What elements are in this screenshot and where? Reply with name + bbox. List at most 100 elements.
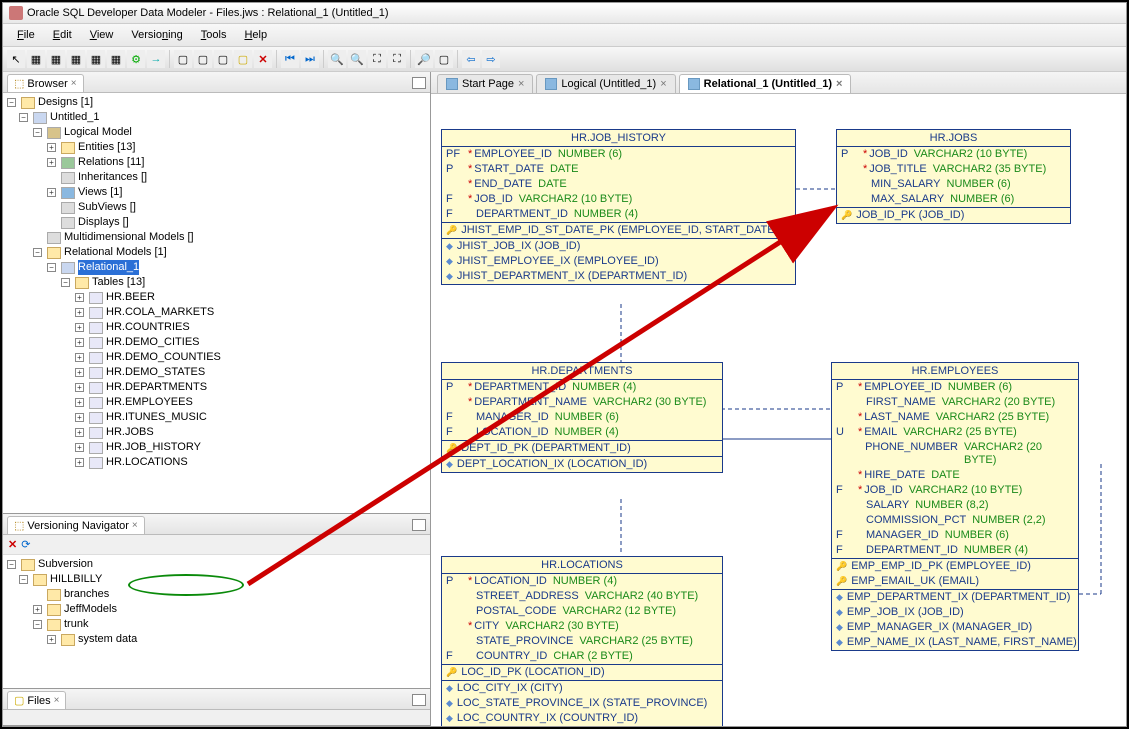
entity-employees[interactable]: HR.EMPLOYEESP*EMPLOYEE_IDNUMBER (6)FIRST… [831,362,1079,651]
vers-subversion[interactable]: −Subversion [5,557,428,572]
tree-table-cities[interactable]: +HR.DEMO_CITIES [5,335,428,350]
fit-icon[interactable]: ⛶ [368,50,386,68]
close-icon[interactable]: × [132,520,138,531]
index-row[interactable]: ◆DEPT_LOCATION_IX (LOCATION_ID) [442,457,722,472]
run-icon[interactable]: ⚙ [127,50,145,68]
doc-icon[interactable]: ▢ [174,50,192,68]
close-icon[interactable]: × [836,78,842,90]
fit2-icon[interactable]: ⛶ [388,50,406,68]
fwd-icon[interactable]: ⇨ [482,50,500,68]
column-row[interactable]: *LAST_NAMEVARCHAR2 (25 BYTE) [832,410,1078,425]
tree-untitled[interactable]: −Untitled_1 [5,110,428,125]
column-row[interactable]: FMANAGER_IDNUMBER (6) [832,528,1078,543]
index-row[interactable]: ◆JHIST_DEPARTMENT_IX (DEPARTMENT_ID) [442,269,795,284]
grid5-icon[interactable]: ▦ [107,50,125,68]
tree-table-employees[interactable]: +HR.EMPLOYEES [5,395,428,410]
diagram-canvas[interactable]: HR.JOB_HISTORYPF*EMPLOYEE_IDNUMBER (6)P*… [431,94,1126,726]
versioning-tab[interactable]: ⬚ Versioning Navigator × [7,516,145,534]
tree-table-counties[interactable]: +HR.DEMO_COUNTIES [5,350,428,365]
tree-table-departments[interactable]: +HR.DEPARTMENTS [5,380,428,395]
tab-relational[interactable]: Relational_1 (Untitled_1)× [679,74,852,93]
search-icon[interactable]: 🔎 [415,50,433,68]
column-row[interactable]: F*JOB_IDVARCHAR2 (10 BYTE) [832,483,1078,498]
index-row[interactable]: ◆EMP_MANAGER_IX (MANAGER_ID) [832,620,1078,635]
first-icon[interactable]: ⏮ [281,50,299,68]
close-icon[interactable]: × [71,78,77,89]
delete-icon[interactable]: ✕ [8,538,17,551]
column-row[interactable]: POSTAL_CODEVARCHAR2 (12 BYTE) [442,604,722,619]
refresh-icon[interactable]: ⟳ [21,538,30,551]
panel-maximize-icon[interactable] [412,694,426,706]
column-row[interactable]: P*EMPLOYEE_IDNUMBER (6) [832,380,1078,395]
tree-inheritances[interactable]: Inheritances [] [5,170,428,185]
uk-row[interactable]: 🔑EMP_EMAIL_UK (EMAIL) [832,574,1078,589]
column-row[interactable]: FCOUNTRY_IDCHAR (2 BYTE) [442,649,722,664]
browser-body[interactable]: −Designs [1] −Untitled_1 −Logical Model … [3,93,430,513]
folder-icon[interactable]: ▢ [234,50,252,68]
menu-edit[interactable]: Edit [45,26,80,44]
index-row[interactable]: ◆LOC_COUNTRY_IX (COUNTRY_ID) [442,711,722,726]
tree-table-locations[interactable]: +HR.LOCATIONS [5,455,428,470]
index-row[interactable]: ◆EMP_DEPARTMENT_IX (DEPARTMENT_ID) [832,590,1078,605]
tree-designs[interactable]: −Designs [1] [5,95,428,110]
tree-table-states[interactable]: +HR.DEMO_STATES [5,365,428,380]
vers-systemdata[interactable]: +system data [5,632,428,647]
vers-trunk[interactable]: −trunk [5,617,428,632]
panel-maximize-icon[interactable] [412,519,426,531]
tree-displays[interactable]: Displays [] [5,215,428,230]
tree-table-itunes[interactable]: +HR.ITUNES_MUSIC [5,410,428,425]
column-row[interactable]: COMMISSION_PCTNUMBER (2,2) [832,513,1078,528]
tree-relmodels[interactable]: −Relational Models [1] [5,245,428,260]
pk-row[interactable]: 🔑EMP_EMP_ID_PK (EMPLOYEE_ID) [832,559,1078,574]
pk-row[interactable]: 🔑DEPT_ID_PK (DEPARTMENT_ID) [442,441,722,456]
column-row[interactable]: *JOB_TITLEVARCHAR2 (35 BYTE) [837,162,1070,177]
pk-row[interactable]: 🔑JHIST_EMP_ID_ST_DATE_PK (EMPLOYEE_ID, S… [442,223,795,238]
tree-table-cola[interactable]: +HR.COLA_MARKETS [5,305,428,320]
close-icon[interactable]: × [660,78,666,90]
tree-tables[interactable]: −Tables [13] [5,275,428,290]
column-row[interactable]: SALARYNUMBER (8,2) [832,498,1078,513]
vers-hillbilly[interactable]: −HILLBILLY [5,572,428,587]
docs-icon[interactable]: ▢ [194,50,212,68]
zoomout-icon[interactable]: 🔍 [348,50,366,68]
column-row[interactable]: *CITYVARCHAR2 (30 BYTE) [442,619,722,634]
tab-logical[interactable]: Logical (Untitled_1)× [536,74,675,93]
pk-row[interactable]: 🔑LOC_ID_PK (LOCATION_ID) [442,665,722,680]
column-row[interactable]: STREET_ADDRESSVARCHAR2 (40 BYTE) [442,589,722,604]
tree-table-beer[interactable]: +HR.BEER [5,290,428,305]
titlebar[interactable]: Oracle SQL Developer Data Modeler - File… [3,3,1126,24]
menu-view[interactable]: View [82,26,122,44]
panel-maximize-icon[interactable] [412,77,426,89]
column-row[interactable]: U*EMAILVARCHAR2 (25 BYTE) [832,425,1078,440]
entity-locations[interactable]: HR.LOCATIONSP*LOCATION_IDNUMBER (4)STREE… [441,556,723,726]
column-row[interactable]: FDEPARTMENT_IDNUMBER (4) [442,207,795,222]
column-row[interactable]: FIRST_NAMEVARCHAR2 (20 BYTE) [832,395,1078,410]
versioning-body[interactable]: −Subversion −HILLBILLY branches +JeffMod… [3,555,430,688]
tree-relational1[interactable]: −Relational_1 [5,260,428,275]
pointer-icon[interactable]: ↖ [7,50,25,68]
column-row[interactable]: P*START_DATEDATE [442,162,795,177]
browser-tab[interactable]: ⬚ Browser × [7,74,84,92]
tree-table-countries[interactable]: +HR.COUNTRIES [5,320,428,335]
grid3-icon[interactable]: ▦ [67,50,85,68]
column-row[interactable]: FDEPARTMENT_IDNUMBER (4) [832,543,1078,558]
docs2-icon[interactable]: ▢ [214,50,232,68]
entity-job-history[interactable]: HR.JOB_HISTORYPF*EMPLOYEE_IDNUMBER (6)P*… [441,129,796,285]
menu-tools[interactable]: Tools [193,26,235,44]
last-icon[interactable]: ⏭ [301,50,319,68]
tree-subviews[interactable]: SubViews [] [5,200,428,215]
index-row[interactable]: ◆EMP_NAME_IX (LAST_NAME, FIRST_NAME) [832,635,1078,650]
delete-icon[interactable]: ✕ [254,50,272,68]
index-row[interactable]: ◆LOC_CITY_IX (CITY) [442,681,722,696]
index-row[interactable]: ◆JHIST_JOB_IX (JOB_ID) [442,239,795,254]
column-row[interactable]: MAX_SALARYNUMBER (6) [837,192,1070,207]
grid-icon[interactable]: ▦ [27,50,45,68]
tree-logical[interactable]: −Logical Model [5,125,428,140]
vers-branches[interactable]: branches [5,587,428,602]
menu-file[interactable]: File [9,26,43,44]
tree-table-jobhistory[interactable]: +HR.JOB_HISTORY [5,440,428,455]
entity-jobs[interactable]: HR.JOBSP*JOB_IDVARCHAR2 (10 BYTE)*JOB_TI… [836,129,1071,224]
tree-entities[interactable]: +Entities [13] [5,140,428,155]
column-row[interactable]: P*LOCATION_IDNUMBER (4) [442,574,722,589]
column-row[interactable]: FMANAGER_IDNUMBER (6) [442,410,722,425]
